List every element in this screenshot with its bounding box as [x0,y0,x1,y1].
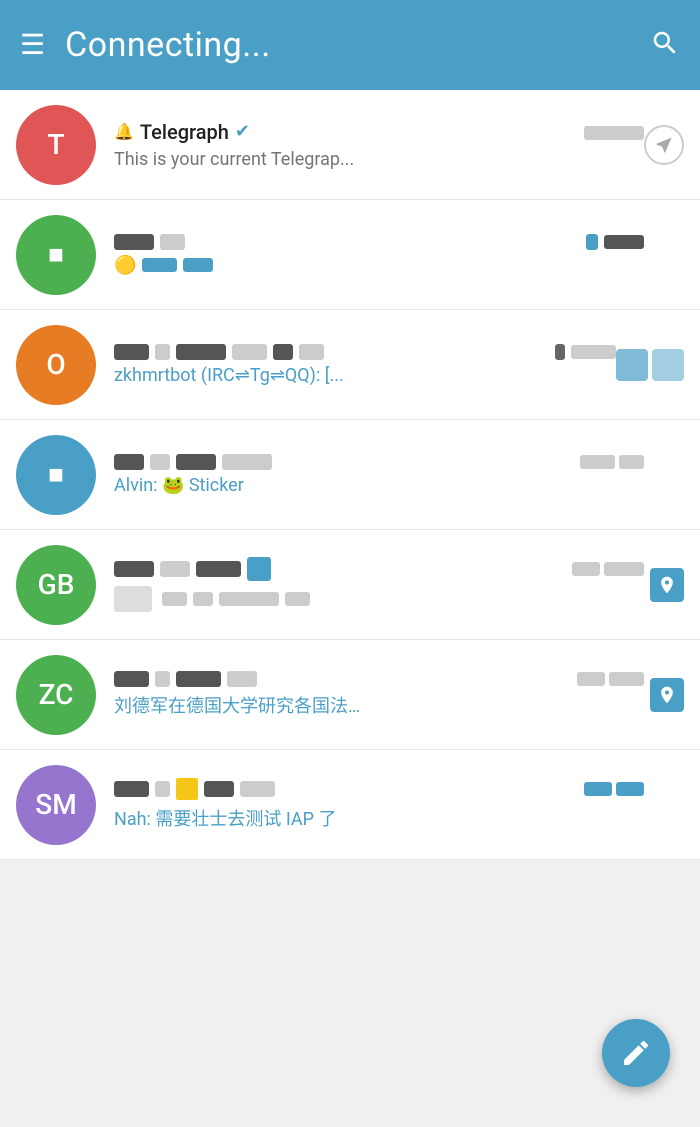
avatar-telegraph: T [16,105,96,185]
badge-area-5 [644,568,684,602]
chat-item-6[interactable]: ZC 刘德军在德国大学研究各国法… [0,640,700,750]
chat-time-telegraph [584,122,644,141]
avatar-4: ■ [16,435,96,515]
chat-list: T 🔔 Telegraph ✔ This is your current Tel… [0,90,700,860]
hamburger-icon[interactable]: ☰ [20,31,45,59]
avatar-7: SM [16,765,96,845]
chat-preview-telegraph: This is your current Telegrap... [114,149,644,170]
top-bar: ☰ Connecting... [0,0,700,90]
chat-content-3: zkhmrtbot (IRC⇌Tg⇌QQ): [... [114,344,616,386]
share-button[interactable] [644,125,684,165]
chat-item-4[interactable]: ■ Alvin: 🐸 Sticker [0,420,700,530]
chat-item-7[interactable]: SM Nah: 需要壮士去测试 IAP 了 [0,750,700,860]
chat-preview-5 [114,586,644,612]
avatar-3: O [16,325,96,405]
badge-area-3 [616,349,684,381]
chat-content-6: 刘德军在德国大学研究各国法… [114,671,644,718]
chat-preview-3: zkhmrtbot (IRC⇌Tg⇌QQ): [... [114,365,616,386]
chat-content-5 [114,557,644,612]
chat-preview-4: Alvin: 🐸 Sticker [114,475,644,496]
chat-content-telegraph: 🔔 Telegraph ✔ This is your current Teleg… [114,120,644,170]
top-bar-title: Connecting... [65,25,630,65]
chat-preview-2: 🟡 [114,255,644,276]
chat-content-2: 🟡 [114,234,644,276]
chat-name-telegraph: Telegraph [140,120,229,144]
chat-content-7: Nah: 需要壮士去测试 IAP 了 [114,778,644,831]
chat-content-4: Alvin: 🐸 Sticker [114,454,644,496]
mute-icon: 🔔 [114,122,134,141]
chat-preview-7: Nah: 需要壮士去测试 IAP 了 [114,805,644,831]
avatar-6: ZC [16,655,96,735]
chat-item-3[interactable]: O zkhmrtbot (IRC⇌Tg⇌QQ): [... [0,310,700,420]
search-icon[interactable] [650,28,680,63]
chat-preview-6: 刘德军在德国大学研究各国法… [114,692,644,718]
verified-badge: ✔ [235,121,250,142]
avatar-2: ■ [16,215,96,295]
chat-item-5[interactable]: GB [0,530,700,640]
badge-area-6 [644,678,684,712]
chat-item-telegraph[interactable]: T 🔔 Telegraph ✔ This is your current Tel… [0,90,700,200]
badge-area-telegraph [644,125,684,165]
chat-item-2[interactable]: ■ 🟡 [0,200,700,310]
compose-fab[interactable] [602,1019,670,1087]
avatar-5: GB [16,545,96,625]
